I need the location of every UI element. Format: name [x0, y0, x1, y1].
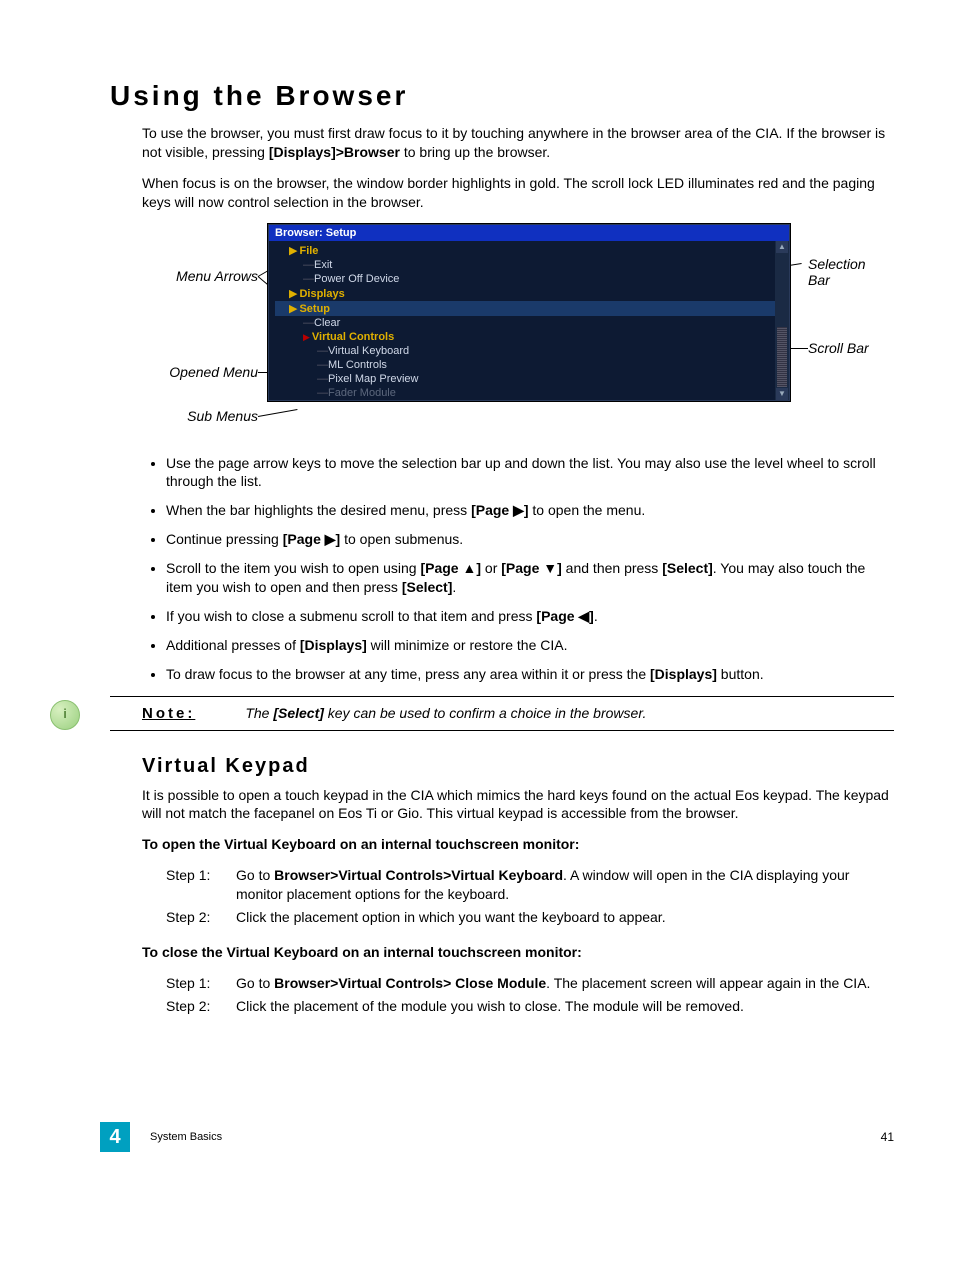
close-step-1: Step 1: Go to Browser>Virtual Controls> … — [166, 974, 894, 993]
browser-item[interactable]: —Exit — [275, 258, 775, 272]
page-footer: 4 System Basics 41 — [0, 1122, 894, 1152]
browser-item[interactable]: —ML Controls — [275, 358, 775, 372]
instruction-list: Use the page arrow keys to move the sele… — [166, 454, 894, 684]
intro-paragraph-2: When focus is on the browser, the window… — [142, 174, 894, 212]
chapter-number-badge: 4 — [100, 1122, 130, 1152]
browser-item[interactable]: —Clear — [275, 316, 775, 330]
browser-figure: Menu Arrows Opened Menu Sub Menus Select… — [148, 224, 888, 434]
bullet-3: Continue pressing [Page ▶] to open subme… — [166, 530, 894, 549]
callout-sub-menus: Sub Menus — [138, 408, 258, 424]
page-number: 41 — [881, 1130, 894, 1144]
scroll-down-icon[interactable]: ▼ — [776, 388, 788, 400]
note-label: Note: — [142, 705, 195, 722]
info-icon: i — [50, 700, 80, 730]
browser-window: Browser: Setup ▶File—Exit—Power Off Devi… — [268, 224, 790, 401]
browser-scrollbar[interactable]: ▲ ▼ — [775, 241, 789, 400]
page-title: Using the Browser — [110, 80, 894, 112]
browser-item[interactable]: —Virtual Keyboard — [275, 344, 775, 358]
browser-item[interactable]: ▶Displays — [275, 286, 775, 301]
close-heading: To close the Virtual Keyboard on an inte… — [142, 943, 894, 962]
browser-item[interactable]: ▶Setup — [275, 301, 775, 316]
callout-opened-menu: Opened Menu — [138, 364, 258, 380]
browser-item[interactable]: ▶Virtual Controls — [275, 330, 775, 344]
open-step-2: Step 2: Click the placement option in wh… — [166, 908, 894, 927]
vk-intro: It is possible to open a touch keypad in… — [142, 786, 894, 824]
browser-item[interactable]: ▶File — [275, 243, 775, 258]
intro-paragraph-1: To use the browser, you must first draw … — [142, 124, 894, 162]
callout-menu-arrows: Menu Arrows — [138, 268, 258, 284]
bullet-6: Additional presses of [Displays] will mi… — [166, 636, 894, 655]
note-text: The [Select] key can be used to confirm … — [245, 705, 646, 721]
callout-scroll-bar: Scroll Bar — [808, 340, 869, 356]
bullet-1: Use the page arrow keys to move the sele… — [166, 454, 894, 492]
callout-selection-bar: Selection Bar — [808, 256, 866, 288]
bullet-7: To draw focus to the browser at any time… — [166, 665, 894, 684]
bullet-4: Scroll to the item you wish to open usin… — [166, 559, 894, 597]
note-block: i Note: The [Select] key can be used to … — [110, 696, 894, 731]
bullet-2: When the bar highlights the desired menu… — [166, 501, 894, 520]
scroll-up-icon[interactable]: ▲ — [776, 241, 788, 253]
footer-section-name: System Basics — [150, 1131, 881, 1143]
close-step-2: Step 2: Click the placement of the modul… — [166, 997, 894, 1016]
scroll-thumb[interactable] — [777, 327, 787, 387]
browser-list: ▶File—Exit—Power Off Device▶Displays▶Set… — [269, 241, 775, 400]
browser-item[interactable]: —Power Off Device — [275, 272, 775, 286]
open-step-1: Step 1: Go to Browser>Virtual Controls>V… — [166, 866, 894, 904]
bullet-5: If you wish to close a submenu scroll to… — [166, 607, 894, 626]
subsection-title: Virtual Keypad — [142, 755, 894, 778]
browser-item[interactable]: —Pixel Map Preview — [275, 372, 775, 386]
browser-title-bar: Browser: Setup — [269, 225, 789, 241]
open-heading: To open the Virtual Keyboard on an inter… — [142, 835, 894, 854]
